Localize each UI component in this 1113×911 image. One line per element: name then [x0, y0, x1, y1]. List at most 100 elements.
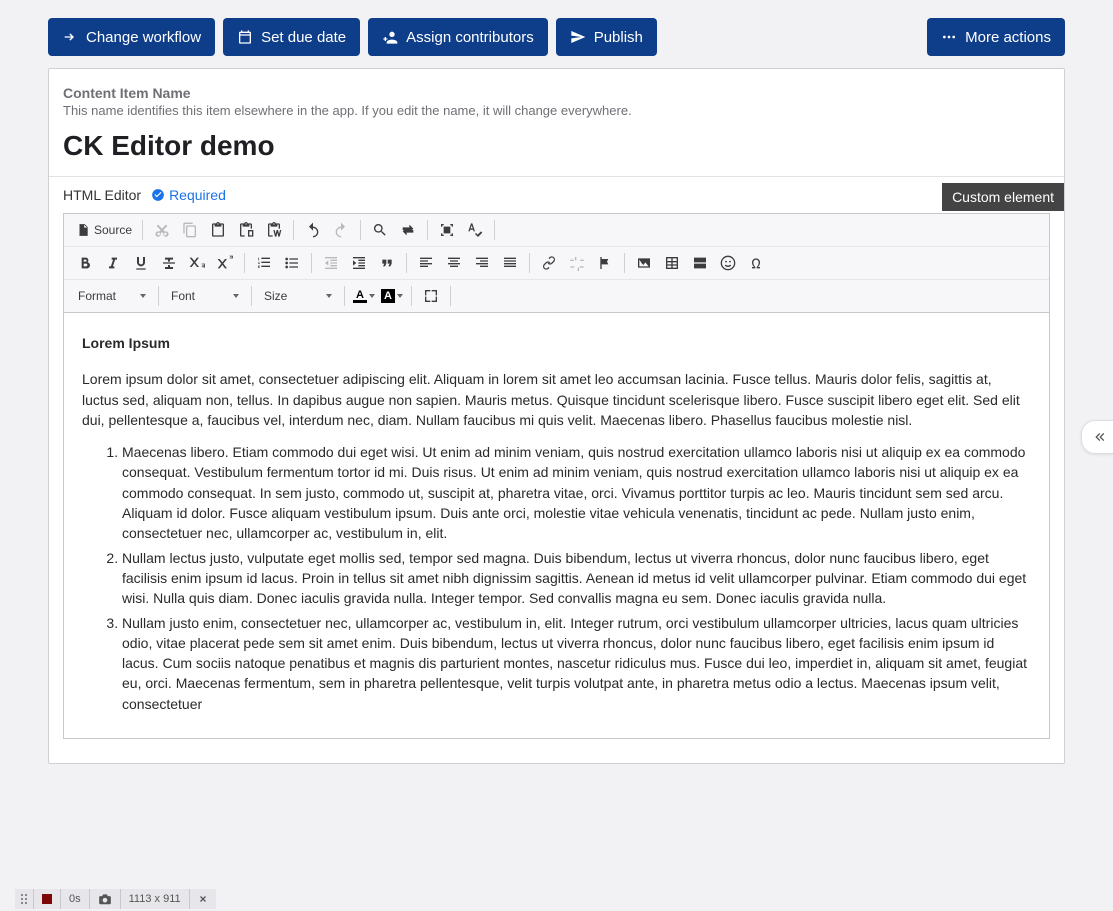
font-select[interactable]: Font	[165, 284, 245, 308]
superscript-button[interactable]	[212, 251, 238, 275]
stop-button[interactable]	[33, 889, 60, 909]
ck-toolbar: Source	[63, 213, 1050, 313]
bg-color-button[interactable]: A	[379, 284, 405, 308]
align-left-button[interactable]	[413, 251, 439, 275]
image-button[interactable]	[631, 251, 657, 275]
page-title[interactable]: CK Editor demo	[63, 130, 1050, 162]
cut-icon	[154, 222, 170, 238]
ol-icon	[256, 255, 272, 271]
change-workflow-label: Change workflow	[86, 29, 201, 46]
change-workflow-button[interactable]: Change workflow	[48, 18, 215, 56]
spellcheck-button[interactable]	[462, 218, 488, 242]
maximize-icon	[423, 288, 439, 304]
align-right-icon	[474, 255, 490, 271]
underline-button[interactable]	[128, 251, 154, 275]
drag-handle[interactable]	[15, 889, 33, 909]
select-all-button[interactable]	[434, 218, 460, 242]
outdent-button[interactable]	[318, 251, 344, 275]
underline-icon	[133, 255, 149, 271]
align-right-button[interactable]	[469, 251, 495, 275]
paste-button[interactable]	[205, 218, 231, 242]
size-select[interactable]: Size	[258, 284, 338, 308]
image-icon	[636, 255, 652, 271]
set-due-date-label: Set due date	[261, 29, 346, 46]
align-center-icon	[446, 255, 462, 271]
source-button[interactable]: Source	[72, 218, 136, 242]
special-char-button[interactable]	[743, 251, 769, 275]
hr-icon	[692, 255, 708, 271]
paste-text-icon	[238, 222, 254, 238]
replace-button[interactable]	[395, 218, 421, 242]
name-section: Content Item Name This name identifies t…	[49, 69, 1064, 177]
assign-contributors-button[interactable]: Assign contributors	[368, 18, 548, 56]
caret-icon	[326, 294, 332, 298]
smiley-button[interactable]	[715, 251, 741, 275]
source-label: Source	[94, 223, 132, 237]
strike-button[interactable]	[156, 251, 182, 275]
more-actions-label: More actions	[965, 29, 1051, 46]
toolbar-row-3: Format Font Size A	[64, 279, 1049, 312]
required-badge: Required	[151, 187, 226, 203]
caret-icon	[140, 294, 146, 298]
search-icon	[372, 222, 388, 238]
spellcheck-icon	[467, 222, 483, 238]
align-center-button[interactable]	[441, 251, 467, 275]
redo-button[interactable]	[328, 218, 354, 242]
caret-icon	[369, 294, 375, 298]
unlink-button[interactable]	[564, 251, 590, 275]
table-button[interactable]	[659, 251, 685, 275]
italic-button[interactable]	[100, 251, 126, 275]
blockquote-button[interactable]	[374, 251, 400, 275]
subscript-button[interactable]	[184, 251, 210, 275]
close-status-button[interactable]	[189, 889, 216, 909]
side-panel-toggle[interactable]	[1081, 420, 1113, 454]
copy-icon	[182, 222, 198, 238]
cut-button[interactable]	[149, 218, 175, 242]
undo-icon	[305, 222, 321, 238]
publish-button[interactable]: Publish	[556, 18, 657, 56]
content-item-name-description: This name identifies this item elsewhere…	[63, 103, 1050, 118]
unlink-icon	[569, 255, 585, 271]
format-label: Format	[78, 289, 116, 303]
smiley-icon	[720, 255, 736, 271]
set-due-date-button[interactable]: Set due date	[223, 18, 360, 56]
select-all-icon	[439, 222, 455, 238]
quote-icon	[379, 255, 395, 271]
bold-button[interactable]	[72, 251, 98, 275]
required-text: Required	[169, 187, 226, 203]
assign-contributors-label: Assign contributors	[406, 29, 534, 46]
editor-label: HTML Editor	[63, 187, 141, 203]
copy-button[interactable]	[177, 218, 203, 242]
text-color-swatch: A	[353, 289, 367, 303]
numbered-list-button[interactable]	[251, 251, 277, 275]
camera-button[interactable]	[89, 889, 120, 909]
format-select[interactable]: Format	[72, 284, 152, 308]
calendar-icon	[237, 29, 253, 45]
indent-button[interactable]	[346, 251, 372, 275]
horizontal-rule-button[interactable]	[687, 251, 713, 275]
content-paragraph: Lorem ipsum dolor sit amet, consectetuer…	[82, 369, 1031, 430]
link-icon	[541, 255, 557, 271]
more-actions-button[interactable]: More actions	[927, 18, 1065, 56]
undo-button[interactable]	[300, 218, 326, 242]
toolbar-row-2	[64, 247, 1049, 279]
anchor-button[interactable]	[592, 251, 618, 275]
editor-body[interactable]: Lorem Ipsum Lorem ipsum dolor sit amet, …	[63, 313, 1050, 739]
align-justify-icon	[502, 255, 518, 271]
link-button[interactable]	[536, 251, 562, 275]
text-color-button[interactable]: A	[351, 284, 377, 308]
paste-word-icon	[266, 222, 282, 238]
paste-text-button[interactable]	[233, 218, 259, 242]
bulleted-list-button[interactable]	[279, 251, 305, 275]
dimensions-cell: 1113 x 911	[120, 889, 189, 909]
align-justify-button[interactable]	[497, 251, 523, 275]
arrow-right-icon	[62, 29, 78, 45]
close-icon	[198, 894, 208, 904]
find-button[interactable]	[367, 218, 393, 242]
paste-word-button[interactable]	[261, 218, 287, 242]
subscript-icon	[189, 255, 205, 271]
size-label: Size	[264, 289, 287, 303]
strike-icon	[161, 255, 177, 271]
maximize-button[interactable]	[418, 284, 444, 308]
custom-element-badge: Custom element	[942, 183, 1064, 211]
